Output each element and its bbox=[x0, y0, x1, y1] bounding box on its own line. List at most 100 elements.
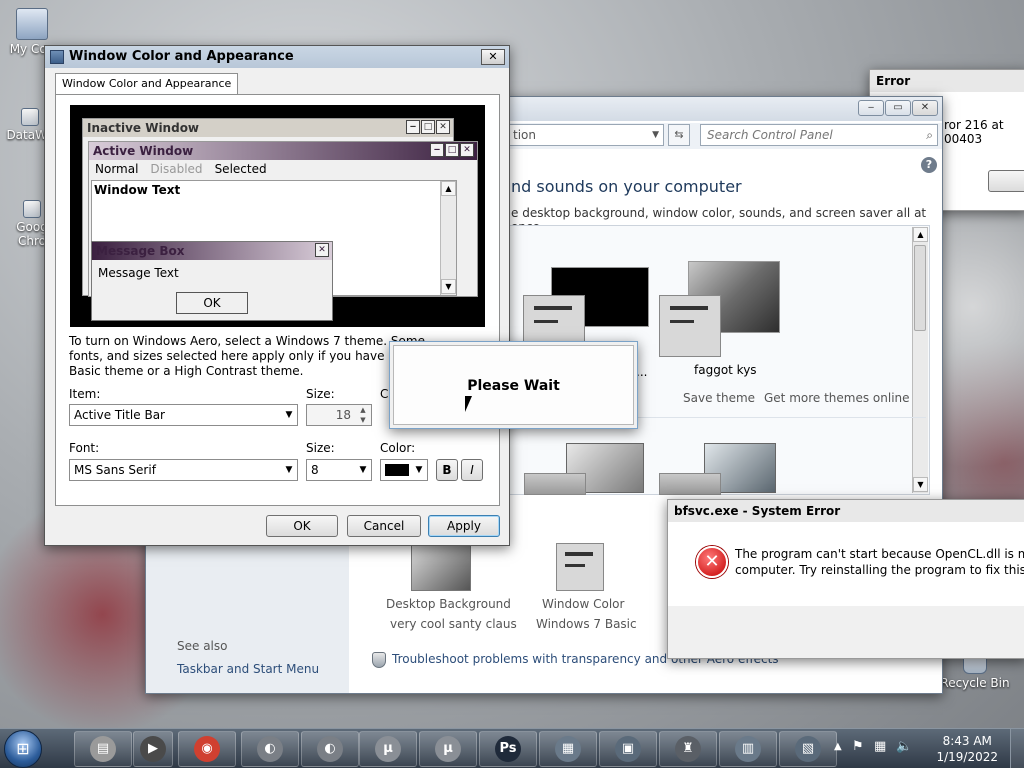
close-button[interactable]: ✕ bbox=[912, 100, 938, 116]
color-label-partial: C bbox=[380, 387, 389, 401]
preview-ok-button: OK bbox=[176, 292, 248, 314]
error-icon: ✕ bbox=[696, 546, 728, 578]
taskbar-item-file-explorer[interactable]: ▤ bbox=[74, 731, 132, 767]
show-desktop-button[interactable] bbox=[1010, 729, 1024, 768]
shortcut-icon bbox=[23, 200, 41, 218]
close-button[interactable]: ✕ bbox=[481, 49, 505, 65]
scroll-thumb[interactable] bbox=[914, 245, 926, 331]
chevron-down-icon: ▼ bbox=[359, 465, 367, 475]
save-theme-link[interactable]: Save theme bbox=[683, 391, 755, 405]
taskbar-item-utorrent[interactable]: µ bbox=[419, 731, 477, 767]
get-more-themes-link[interactable]: Get more themes online bbox=[764, 391, 910, 405]
taskbar-item-network-app[interactable]: ▦ bbox=[539, 731, 597, 767]
app-disc-icon: ◐ bbox=[317, 736, 343, 762]
scroll-down-arrow[interactable]: ▼ bbox=[913, 477, 928, 492]
help-icon[interactable]: ? bbox=[921, 157, 937, 173]
user-app-icon: ♜ bbox=[675, 736, 701, 762]
system-error-dialog: bfsvc.exe - System Error ✕ The program c… bbox=[667, 499, 1024, 659]
taskbar-start-menu-link[interactable]: Taskbar and Start Menu bbox=[177, 662, 319, 676]
volume-icon[interactable]: 🔈 bbox=[896, 739, 912, 754]
action-center-icon[interactable]: ⚑ bbox=[852, 739, 864, 754]
utorrent-icon: µ bbox=[375, 736, 401, 762]
taskbar-item-control-panel[interactable]: ▥ bbox=[719, 731, 777, 767]
address-bar[interactable]: tion ▼ bbox=[506, 124, 664, 146]
close-icon: ✕ bbox=[315, 243, 329, 257]
preview-active-title: Active Window bbox=[93, 144, 194, 158]
please-wait-dialog: Please Wait bbox=[389, 341, 638, 429]
preview-inactive-title: Inactive Window bbox=[87, 121, 200, 135]
cancel-button[interactable]: Cancel bbox=[347, 515, 421, 537]
chevron-down-icon[interactable]: ▼ bbox=[652, 125, 659, 145]
taskbar-item-user-app[interactable]: ♜ bbox=[659, 731, 717, 767]
font-label: Font: bbox=[69, 441, 100, 455]
taskbar-item-chrome[interactable]: ◉ bbox=[178, 731, 236, 767]
maximize-button[interactable]: ▭ bbox=[885, 100, 911, 116]
start-button[interactable]: ⊞ bbox=[4, 730, 42, 768]
item-select[interactable]: Active Title Bar ▼ bbox=[69, 404, 298, 426]
window-color-value: Windows 7 Basic bbox=[536, 617, 637, 631]
chevron-down-icon: ▼ bbox=[415, 465, 423, 475]
item-select-value: Active Title Bar bbox=[74, 408, 165, 422]
scroll-up-arrow[interactable]: ▲ bbox=[913, 227, 928, 242]
maximize-icon: □ bbox=[421, 120, 435, 134]
search-icon: ⌕ bbox=[926, 128, 933, 142]
info-text-line3: Basic theme or a High Contrast theme. bbox=[69, 364, 304, 378]
window-color-label[interactable]: Window Color bbox=[542, 597, 624, 611]
show-hidden-icons-icon[interactable]: ▲ bbox=[834, 741, 842, 752]
network-app-icon: ▦ bbox=[555, 736, 581, 762]
network-icon[interactable]: ▦ bbox=[874, 739, 886, 754]
shortcut-icon bbox=[21, 108, 39, 126]
font-size-label: Size: bbox=[306, 441, 335, 455]
font-color-label: Color: bbox=[380, 441, 416, 455]
error-message: ror 216 at 00403 bbox=[944, 118, 1004, 146]
taskbar-item-app-disc[interactable]: ◐ bbox=[241, 731, 299, 767]
media-player-icon: ▶ bbox=[140, 736, 166, 762]
spin-arrows-icon[interactable]: ▲ ▼ bbox=[355, 405, 371, 425]
system-tray: ▲ ⚑ ▦ 🔈 8:43 AM 1/19/2022 bbox=[834, 729, 1024, 768]
apply-button[interactable]: Apply bbox=[428, 515, 500, 537]
taskbar-item-utorrent[interactable]: µ bbox=[359, 731, 417, 767]
search-input[interactable]: Search Control Panel ⌕ bbox=[700, 124, 938, 146]
system-error-line1: The program can't start because OpenCL.d… bbox=[735, 547, 1024, 561]
address-text: tion bbox=[513, 128, 536, 142]
font-color-picker[interactable]: ▼ bbox=[380, 459, 428, 481]
utorrent-icon: µ bbox=[435, 736, 461, 762]
window-app-icon: ▣ bbox=[615, 736, 641, 762]
system-error-line2: computer. Try reinstalling the program t… bbox=[735, 563, 1024, 577]
preview-menu-normal: Normal bbox=[95, 162, 139, 176]
theme-scrollbar[interactable]: ▲ ▼ bbox=[912, 227, 928, 493]
font-size-select[interactable]: 8 ▼ bbox=[306, 459, 372, 481]
italic-toggle[interactable]: I bbox=[461, 459, 483, 481]
error-ok-button[interactable] bbox=[988, 170, 1024, 192]
refresh-icon[interactable]: ⇆ bbox=[668, 124, 690, 146]
tab-window-color-appearance[interactable]: Window Color and Appearance bbox=[55, 73, 239, 95]
please-wait-text: Please Wait bbox=[393, 345, 634, 425]
taskbar-item-window-app[interactable]: ▣ bbox=[599, 731, 657, 767]
font-select[interactable]: MS Sans Serif ▼ bbox=[69, 459, 298, 481]
chrome-icon: ◉ bbox=[194, 736, 220, 762]
chevron-down-icon: ▼ bbox=[285, 410, 293, 420]
taskbar-item-app-disc[interactable]: ◐ bbox=[301, 731, 359, 767]
taskbar-item-photoshop[interactable]: Ps bbox=[479, 731, 537, 767]
clock[interactable]: 8:43 AM 1/19/2022 bbox=[936, 733, 998, 765]
desktop-background-icon[interactable] bbox=[411, 543, 471, 591]
close-icon: ✕ bbox=[460, 143, 474, 157]
preview-scrollbar: ▲ ▼ bbox=[440, 181, 456, 295]
bold-toggle[interactable]: B bbox=[436, 459, 458, 481]
size-stepper[interactable]: 18 ▲ ▼ bbox=[306, 404, 372, 426]
minimize-icon: ‒ bbox=[406, 120, 420, 134]
desktop-background-label[interactable]: Desktop Background bbox=[386, 597, 511, 611]
app-disc-icon: ◐ bbox=[257, 736, 283, 762]
preview-msgbox-title: Message Box bbox=[96, 244, 185, 258]
minimize-button[interactable]: ‒ bbox=[858, 100, 884, 116]
ok-button[interactable]: OK bbox=[266, 515, 338, 537]
info-text-line2: fonts, and sizes selected here apply onl… bbox=[69, 349, 439, 363]
taskbar: ⊞ ▤ ▶ ◉ ◐ ◐ µ µ Ps ▦ ▣ ♜ ▥ ▧ ▲ ⚑ ▦ 🔈 8:43 AM 1/19/20… bbox=[0, 728, 1024, 768]
page-heading: nd sounds on your computer bbox=[511, 177, 742, 196]
preview-window-text: Window Text bbox=[94, 183, 181, 197]
taskbar-item-media-player[interactable]: ▶ bbox=[133, 731, 173, 767]
taskbar-item-display-app[interactable]: ▧ bbox=[779, 731, 837, 767]
theme-name: faggot kys bbox=[694, 363, 757, 377]
preview-menu-selected: Selected bbox=[214, 162, 267, 176]
window-color-icon[interactable] bbox=[556, 543, 604, 591]
